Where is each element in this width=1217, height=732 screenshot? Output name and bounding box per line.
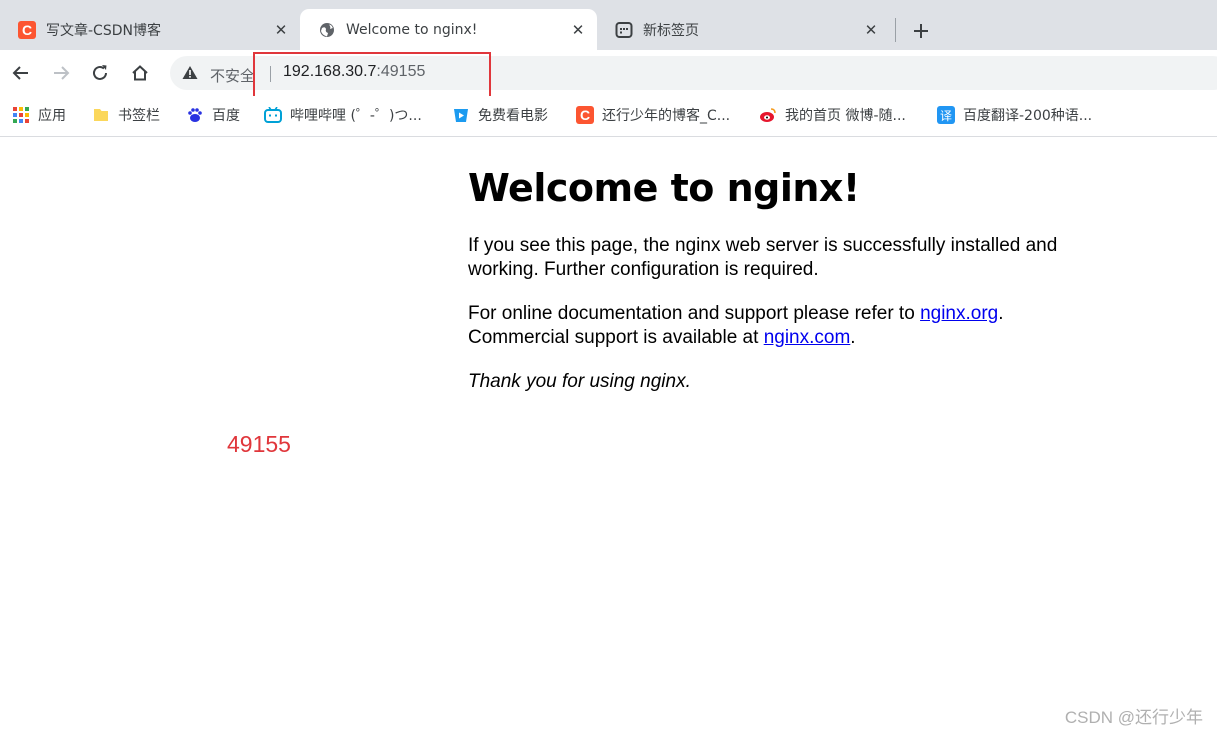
globe-icon [318,21,336,39]
close-icon[interactable]: ✕ [272,21,290,39]
tab-new-tab[interactable]: 新标签页 ✕ [597,9,890,50]
forward-button[interactable] [49,61,73,85]
security-label[interactable]: 不安全 [210,65,255,86]
back-button[interactable] [9,61,33,85]
tab-title: 新标签页 [643,22,699,39]
bookmark-label: 百度翻译-200种语... [963,108,1093,124]
bookmark-label: 我的首页 微博-随... [785,108,906,124]
bookmark-label: 免费看电影 [478,108,548,124]
csdn-icon: C [18,20,36,39]
bookmark-blog[interactable]: C 还行少年的博客_C... [576,105,730,125]
intro-paragraph: If you see this page, the nginx web serv… [468,235,1058,280]
weibo-icon [759,106,777,124]
baidu-paw-icon [186,106,204,124]
thank-you-text: Thank you for using nginx. [468,371,691,392]
support-text: For online documentation and support ple… [468,303,921,324]
tab-divider [895,18,896,42]
tab-title: Welcome to nginx! [346,21,478,38]
warning-icon[interactable] [182,65,198,84]
close-icon[interactable]: ✕ [569,21,587,39]
tab-title: 写文章-CSDN博客 [46,22,161,39]
bookmark-folder[interactable]: 书签栏 [92,105,160,125]
support-paragraph: For online documentation and support ple… [468,302,1108,350]
page-heading: Welcome to nginx! [468,166,860,210]
port-annotation: 49155 [227,431,291,457]
apps-grid-icon [12,106,30,124]
bookmarks-bar: 应用 书签栏 百度 哔哩哔哩 (゜-゜)つ... 免费看电影 C 还行少年的博客… [0,96,1217,137]
tab-strip: C 写文章-CSDN博客 ✕ Welcome to nginx! ✕ 新标签页 … [0,0,1217,50]
browser-toolbar: 不安全 192.168.30.7:49155 [0,50,1217,96]
bookmark-label: 还行少年的博客_C... [602,108,731,124]
reload-button[interactable] [88,61,112,85]
bookmark-label: 书签栏 [118,108,160,124]
commercial-text-period: . [850,327,856,348]
bookmark-translate[interactable]: 译 百度翻译-200种语... [937,105,1092,125]
translate-icon: 译 [937,106,955,124]
bookmark-label: 应用 [38,108,66,124]
close-icon[interactable]: ✕ [862,21,880,39]
new-tab-button[interactable] [910,20,932,42]
bilibili-icon [264,106,282,124]
home-button[interactable] [128,61,152,85]
nginx-welcome-content: Welcome to nginx! If you see this page, … [468,162,1108,414]
video-play-icon [452,106,470,124]
nginx-com-link[interactable]: nginx.com [764,327,851,348]
bookmark-bilibili[interactable]: 哔哩哔哩 (゜-゜)つ... [264,105,422,125]
newtab-icon [615,21,633,39]
folder-icon [92,106,110,124]
bookmark-label: 百度 [212,108,240,124]
bookmark-movies[interactable]: 免费看电影 [452,105,548,125]
bookmark-baidu[interactable]: 百度 [186,105,240,125]
csdn-icon: C [576,106,594,124]
bookmark-label: 哔哩哔哩 (゜-゜)つ... [290,108,422,124]
nginx-org-link[interactable]: nginx.org [920,303,998,324]
bookmark-weibo[interactable]: 我的首页 微博-随... [759,105,906,125]
bookmark-apps[interactable]: 应用 [12,105,66,125]
commercial-text: Commercial support is available at [468,327,764,348]
tab-nginx[interactable]: Welcome to nginx! ✕ [300,9,597,50]
support-text-period: . [998,303,1004,324]
watermark: CSDN @还行少年 [1064,708,1203,727]
tab-csdn-editor[interactable]: C 写文章-CSDN博客 ✕ [0,9,300,50]
